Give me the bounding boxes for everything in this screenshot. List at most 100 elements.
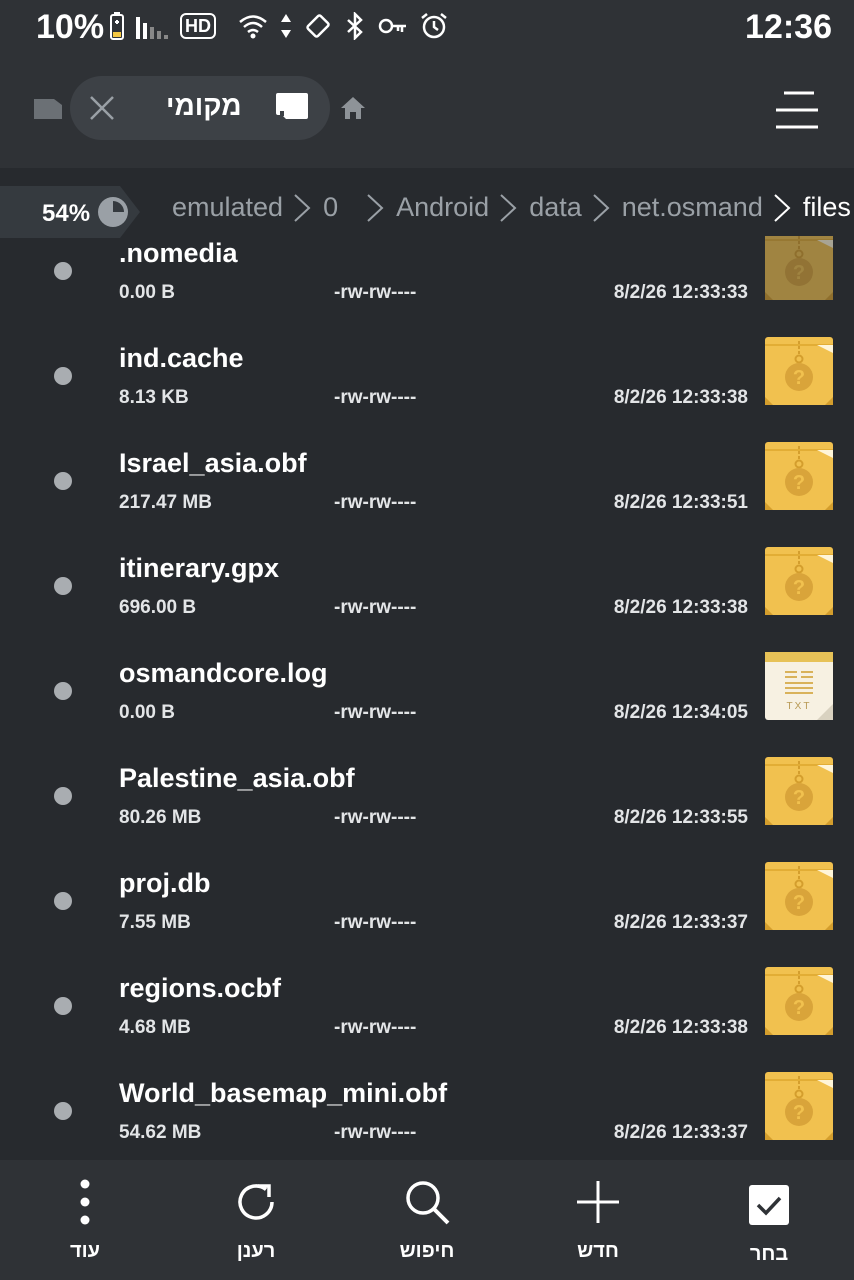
file-modified-date: 8/2/26 12:33:51	[613, 492, 748, 513]
file-name: Palestine_asia.obf	[119, 763, 355, 793]
file-size: 80.26 MB	[119, 807, 202, 828]
select-indicator[interactable]	[54, 787, 72, 805]
breadcrumb-current[interactable]: files	[803, 192, 851, 223]
search-button[interactable]: חיפוש	[367, 1178, 487, 1274]
file-row[interactable]: ind.cache 8.13 KB -rw-rw---- 8/2/26 12:33:3…	[0, 319, 854, 424]
breadcrumb-item[interactable]: data	[529, 192, 582, 223]
svg-text:?: ?	[793, 577, 805, 599]
vpn-key-icon	[378, 18, 406, 34]
file-size: 4.68 MB	[119, 1017, 191, 1038]
file-row[interactable]: Israel_asia.obf 217.47 MB -rw-rw---- 8/2/26…	[0, 424, 854, 529]
checkbox-icon	[749, 1185, 789, 1225]
more-vert-icon	[80, 1179, 90, 1225]
select-indicator[interactable]	[54, 682, 72, 700]
select-indicator[interactable]	[54, 262, 72, 280]
select-indicator[interactable]	[54, 367, 72, 385]
status-bar: 10% HD 12:36	[0, 0, 854, 52]
search-icon	[406, 1181, 450, 1225]
unknown-file-icon: ?	[765, 442, 833, 510]
close-icon[interactable]	[88, 94, 116, 122]
file-modified-date: 8/2/26 12:33:37	[613, 912, 748, 933]
select-indicator[interactable]	[54, 472, 72, 490]
more-label: עוד	[69, 1240, 101, 1262]
menu-icon[interactable]	[774, 90, 820, 130]
file-size: 696.00 B	[119, 597, 197, 618]
text-file-icon: TXT	[765, 652, 833, 720]
breadcrumb-item[interactable]: emulated	[172, 192, 283, 223]
file-permissions: -rw-rw----	[334, 1122, 417, 1143]
signal-icon	[136, 17, 168, 39]
unknown-file-icon: ?	[765, 337, 833, 405]
clock: 12:36	[745, 8, 832, 46]
chevron-right-icon	[500, 193, 517, 222]
file-row[interactable]: osmandcore.log 0.00 B -rw-rw---- 8/2/26 12:…	[0, 634, 854, 739]
svg-text:?: ?	[793, 787, 805, 809]
file-name: proj.db	[119, 868, 211, 898]
file-size: 54.62 MB	[119, 1122, 202, 1143]
file-size: 0.00 B	[119, 702, 175, 723]
battery-percent: 10%	[36, 8, 105, 46]
svg-text:?: ?	[793, 262, 805, 284]
file-row[interactable]: Palestine_asia.obf 80.26 MB -rw-rw---- 8/2/…	[0, 739, 854, 844]
storage-usage-badge[interactable]: 54%	[0, 186, 140, 238]
file-modified-date: 8/2/26 12:33:38	[613, 597, 748, 618]
breadcrumb-item[interactable]: Android	[396, 192, 489, 223]
file-modified-date: 8/2/26 12:33:55	[613, 807, 748, 828]
file-size: 7.55 MB	[119, 912, 191, 933]
select-indicator[interactable]	[54, 577, 72, 595]
file-size: 217.47 MB	[119, 492, 212, 513]
file-name: regions.ocbf	[119, 973, 282, 1003]
chevron-right-icon	[294, 193, 311, 222]
sd-card-icon	[276, 93, 308, 119]
file-permissions: -rw-rw----	[334, 492, 417, 513]
svg-text:?: ?	[793, 1102, 805, 1124]
file-list[interactable]: .nomedia 0.00 B -rw-rw---- 8/2/26 12:33:33?…	[0, 236, 854, 1160]
file-row[interactable]: itinerary.gpx 696.00 B -rw-rw---- 8/2/26 12…	[0, 529, 854, 634]
file-row[interactable]: proj.db 7.55 MB -rw-rw---- 8/2/26 12:33:37?	[0, 844, 854, 949]
file-name: osmandcore.log	[119, 658, 328, 688]
svg-text:?: ?	[793, 472, 805, 494]
refresh-label: רענן	[236, 1240, 276, 1262]
file-permissions: -rw-rw----	[334, 1017, 417, 1038]
tab-label: מקומי	[166, 90, 242, 121]
sd-card-icon[interactable]	[34, 97, 62, 119]
data-arrows-icon	[281, 14, 291, 38]
file-name: Israel_asia.obf	[119, 448, 307, 478]
breadcrumb-item[interactable]: 0	[323, 192, 338, 223]
refresh-button[interactable]: רענן	[196, 1178, 316, 1274]
file-name: World_basemap_mini.obf	[119, 1078, 448, 1108]
file-name: .nomedia	[119, 238, 238, 268]
svg-text:?: ?	[793, 997, 805, 1019]
unknown-file-icon: ?	[765, 547, 833, 615]
file-permissions: -rw-rw----	[334, 282, 417, 303]
file-name: ind.cache	[119, 343, 244, 373]
select-button[interactable]: בחר	[709, 1178, 829, 1274]
chevron-right-icon	[367, 193, 384, 222]
select-indicator[interactable]	[54, 1102, 72, 1120]
tab-local-storage[interactable]: מקומי	[70, 76, 330, 140]
wifi-icon	[239, 15, 267, 39]
breadcrumb-item[interactable]: net.osmand	[622, 192, 763, 223]
chevron-right-icon	[774, 193, 791, 222]
file-row[interactable]: World_basemap_mini.obf 54.62 MB -rw-rw----…	[0, 1054, 854, 1159]
file-permissions: -rw-rw----	[334, 807, 417, 828]
new-button[interactable]: חדש	[538, 1178, 658, 1274]
file-row[interactable]: .nomedia 0.00 B -rw-rw---- 8/2/26 12:33:33?	[0, 236, 854, 319]
home-icon[interactable]	[340, 96, 366, 120]
file-permissions: -rw-rw----	[334, 597, 417, 618]
rotation-icon	[306, 14, 330, 38]
search-label: חיפוש	[399, 1240, 455, 1262]
select-indicator[interactable]	[54, 997, 72, 1015]
file-name: itinerary.gpx	[119, 553, 280, 583]
file-permissions: -rw-rw----	[334, 387, 417, 408]
unknown-file-icon: ?	[765, 862, 833, 930]
more-button[interactable]: עוד	[25, 1178, 145, 1274]
file-modified-date: 8/2/26 12:33:38	[613, 387, 748, 408]
select-indicator[interactable]	[54, 892, 72, 910]
storage-percent: 54%	[42, 200, 91, 227]
refresh-icon	[238, 1184, 274, 1220]
bottom-toolbar: עוד רענן חיפוש חדש בחר	[0, 1160, 854, 1280]
bluetooth-icon	[347, 12, 363, 40]
file-permissions: -rw-rw----	[334, 912, 417, 933]
file-row[interactable]: regions.ocbf 4.68 MB -rw-rw---- 8/2/26 12:3…	[0, 949, 854, 1054]
